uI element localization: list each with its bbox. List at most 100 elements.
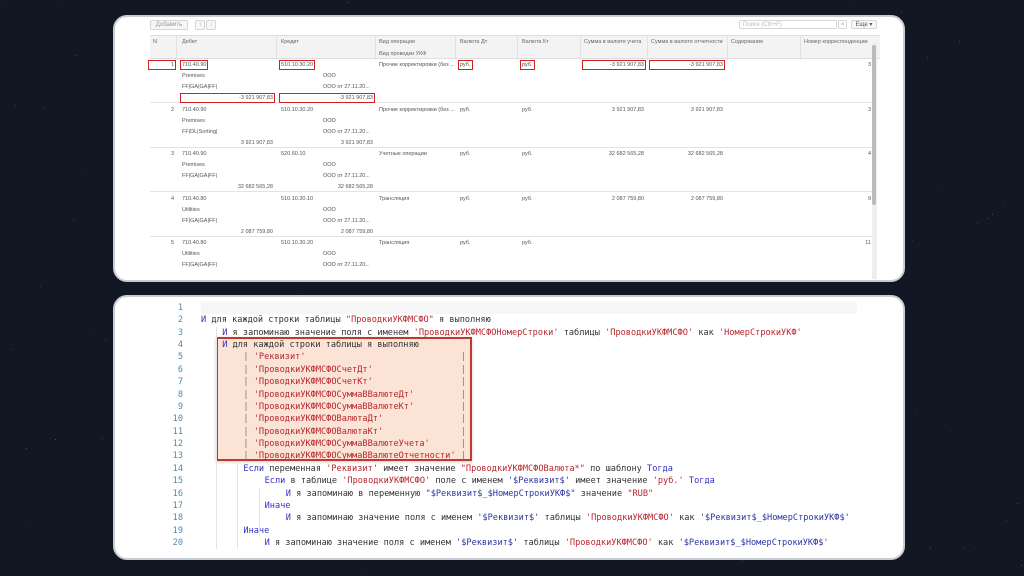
column-sum-accounting[interactable]: Сумма в валюте учета [584, 39, 641, 45]
more-menu-button[interactable]: Еще ▾ [851, 20, 877, 29]
line-number: 8 [177, 389, 183, 400]
line-number: 11 [172, 426, 183, 437]
star [347, 2, 349, 4]
arrow-down-icon: ↓ [209, 22, 213, 28]
debit-subconto-2: FF|DL|Sorting| [182, 128, 218, 135]
star [988, 218, 989, 220]
debit-account: 710.40.80 [182, 195, 207, 202]
code-line[interactable]: | 'ПроводкиУКФМСФОСуммаВВалютеКт' | [243, 401, 466, 413]
column-credit[interactable]: Кредит [281, 39, 299, 45]
table-cell-value: 'ПроводкиУКФМСФОСуммаВВалютеКт' [253, 401, 415, 412]
code-line[interactable]: Если в таблице 'ПроводкиУКФМСФО' поле с … [265, 475, 715, 487]
table-pipe: | [243, 377, 254, 388]
star [944, 425, 946, 427]
vertical-scrollbar-thumb[interactable] [872, 45, 876, 205]
table-pipe: | [243, 414, 254, 425]
table-row[interactable]: 3 710.40.90 Premises FF|GA|GA|FF| 32 682 565… [150, 148, 872, 193]
column-content[interactable]: Содержание [731, 39, 763, 45]
credit-subconto-2: ООО от 27.11.20... [323, 84, 370, 90]
row-number: 3 [170, 151, 174, 158]
debit-subconto-1: Utilities [182, 251, 200, 258]
currency-dt: руб. [460, 151, 471, 158]
search-input[interactable]: Поиск (Ctrl+F) [739, 20, 837, 29]
column-n[interactable]: N [153, 39, 157, 45]
code-line[interactable]: | 'Реквизит' | [243, 351, 466, 363]
code-text: для каждой строки таблицы [206, 315, 346, 326]
line-number: 4 [177, 340, 183, 351]
code-line[interactable]: И для каждой строки таблицы я выполняю [222, 339, 419, 351]
row-number: 5 [170, 240, 174, 247]
credit-amount: 2 087 759,80 [340, 228, 373, 235]
string-literal: 'Реквизит' [326, 463, 378, 474]
code-line[interactable]: | 'ПроводкиУКФМСФОСуммаВВалютеОтчетности… [243, 450, 466, 462]
line-number: 5 [177, 352, 183, 363]
debit-amount: 3 921 907,83 [240, 139, 273, 146]
credit-subconto-2: ООО от 27.11.20... [323, 262, 370, 269]
code-line[interactable]: И я запоминаю значение поля с именем '$Р… [265, 537, 829, 549]
code-line[interactable]: Иначе [265, 500, 291, 512]
code-line[interactable]: И для каждой строки таблицы "ПроводкиУКФ… [201, 314, 491, 326]
column-currency-dt[interactable]: Валюта Дт [460, 39, 487, 45]
star [941, 189, 942, 190]
column-debit[interactable]: Дебет [182, 39, 197, 45]
code-line[interactable]: | 'ПроводкиУКФМСФОСуммаВВалютеДт' | [243, 389, 466, 401]
keyword: Тогда [688, 476, 715, 487]
code-line[interactable]: И я запоминаю в переменную "$Реквизит$_$… [286, 488, 653, 500]
currency-dt: руб. [460, 195, 471, 202]
star [11, 349, 12, 351]
move-down-button[interactable]: ↓ [206, 20, 216, 30]
star [962, 547, 964, 549]
debit-subconto-2: FF|GA|GA|FF| [182, 217, 218, 224]
table-row[interactable]: 4 710.40.80 Utilities FF|GA|GA|FF| 2 087 759… [150, 193, 872, 237]
code-line[interactable]: | 'ПроводкиУКФМСФОСуммаВВалютеУчета' | [243, 438, 466, 450]
string-literal: 'руб.' [652, 476, 684, 487]
table-cell-value: 'ПроводкиУКФМСФОВалютаКт' [253, 426, 384, 437]
column-sum-reporting[interactable]: Сумма в валюте отчетности [651, 39, 723, 45]
code-line[interactable]: | 'ПроводкиУКФМСФОСчетКт' | [243, 376, 466, 388]
star [29, 525, 30, 526]
table-row[interactable]: 5 710.40.80 Utilities FF|GA|GA|FF| 510.10.30… [150, 237, 872, 280]
table-row[interactable]: 2 710.40.90 Premises FF|DL|Sorting| 3 921 90… [150, 104, 872, 148]
correspondence-number: 11 [865, 240, 871, 247]
code-text: имеет значение [569, 476, 653, 487]
table-row[interactable]: 1 710.40.90 Premises FF|GA|GA|FF| -3 921 907… [148, 59, 872, 103]
currency-dt: руб. [460, 106, 471, 113]
table-pipe: | [243, 352, 254, 363]
code-line[interactable]: | 'ПроводкиУКФМСФОВалютаКт' | [243, 426, 466, 438]
currency-kt: руб. [522, 240, 533, 247]
star [959, 41, 960, 43]
column-correspondence-number[interactable]: Номер корреспонденции [804, 39, 868, 45]
string-literal: 'ПроводкиУКФМСФО' [585, 513, 674, 524]
credit-subconto-2: ООО от 27.11.20... [323, 173, 370, 180]
keyword: Тогда [647, 463, 673, 474]
code-text: таблицы [539, 513, 586, 524]
code-text: я выполняю [433, 315, 491, 326]
line-number: 19 [172, 525, 183, 536]
code-line[interactable]: И я запоминаю значение поля с именем 'Пр… [222, 327, 802, 339]
line-number: 12 [172, 439, 183, 450]
star [1002, 203, 1004, 205]
string-literal: "ПроводкиУКФМСФО" [345, 315, 434, 326]
table-pipe: | [243, 426, 254, 437]
code-line[interactable]: Если переменная 'Реквизит' имеет значени… [243, 463, 673, 475]
code-text: таблицы [558, 327, 606, 338]
debit-amount: 32 682 565,28 [237, 184, 273, 191]
code-line[interactable]: | 'ПроводкиУКФМСФОВалютаДт' | [243, 413, 466, 425]
column-currency-kt[interactable]: Валюта Кт [522, 39, 549, 45]
debit-account: 710.40.90 [182, 151, 207, 158]
table-pipe: | [429, 439, 466, 450]
clear-search-button[interactable]: × [838, 20, 847, 29]
code-line[interactable]: | 'ПроводкиУКФМСФОСчетДт' | [243, 364, 466, 376]
add-button[interactable]: Добавить [150, 20, 188, 30]
move-up-button[interactable]: ↑ [195, 20, 205, 30]
code-text: как [693, 327, 719, 338]
column-op-type[interactable]: Вид операции [379, 39, 415, 45]
code-line[interactable]: Иначе [243, 525, 269, 537]
sum-accounting: 2 087 759,80 [611, 195, 644, 202]
line-number: 6 [177, 364, 183, 375]
column-ukf-type[interactable]: Вид проводки УКФ [379, 51, 426, 57]
row-number: 4 [170, 195, 174, 202]
correspondence-number: 3 [867, 62, 871, 68]
table-pipe: | [383, 414, 466, 425]
code-line[interactable]: И я запоминаю значение поля с именем '$Р… [286, 512, 850, 524]
